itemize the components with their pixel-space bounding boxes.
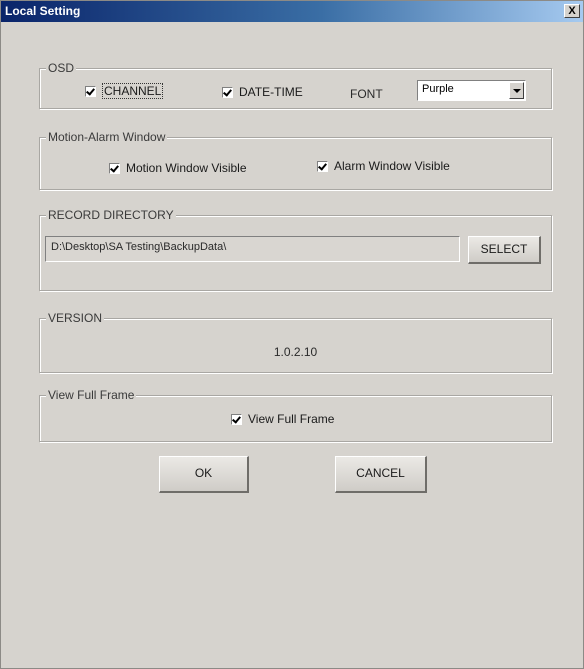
motion-alarm-legend: Motion-Alarm Window	[46, 130, 168, 144]
record-directory-legend: RECORD DIRECTORY	[46, 208, 176, 222]
alarm-window-label: Alarm Window Visible	[334, 159, 450, 173]
title-bar[interactable]: Local Setting X	[1, 1, 583, 22]
record-path-field[interactable]: D:\Desktop\SA Testing\BackupData\	[45, 236, 460, 262]
font-select[interactable]: Purple	[417, 80, 526, 101]
close-icon: X	[568, 5, 576, 17]
checkmark-icon	[85, 85, 96, 97]
view-full-frame-legend: View Full Frame	[46, 388, 137, 402]
view-full-frame-checkbox[interactable]: View Full Frame	[231, 412, 334, 426]
osd-legend: OSD	[46, 61, 77, 75]
checkmark-icon	[317, 160, 328, 172]
select-button[interactable]: SELECT	[468, 236, 541, 264]
checkmark-icon	[231, 413, 242, 425]
version-legend: VERSION	[46, 311, 105, 325]
view-full-frame-label: View Full Frame	[248, 412, 335, 426]
font-label: FONT	[350, 87, 383, 101]
channel-checkbox[interactable]: CHANNEL	[85, 83, 164, 99]
channel-label: CHANNEL	[102, 83, 164, 99]
checkmark-icon	[222, 86, 233, 98]
datetime-label: DATE-TIME	[239, 85, 303, 99]
font-select-value: Purple	[422, 83, 454, 95]
alarm-window-checkbox[interactable]: Alarm Window Visible	[317, 159, 450, 173]
cancel-button[interactable]: CANCEL	[335, 456, 427, 493]
version-value: 1.0.2.10	[273, 345, 318, 359]
motion-window-checkbox[interactable]: Motion Window Visible	[109, 161, 247, 175]
datetime-checkbox[interactable]: DATE-TIME	[222, 85, 303, 99]
ok-button[interactable]: OK	[159, 456, 249, 493]
close-button[interactable]: X	[564, 4, 580, 18]
checkmark-icon	[109, 162, 120, 174]
local-setting-dialog: Local Setting X OSD CHANNEL DATE-TIME FO…	[0, 0, 584, 669]
window-title: Local Setting	[5, 4, 81, 18]
version-group: VERSION 1.0.2.10	[39, 311, 552, 373]
motion-window-label: Motion Window Visible	[126, 161, 247, 175]
chevron-down-icon[interactable]	[509, 82, 524, 99]
